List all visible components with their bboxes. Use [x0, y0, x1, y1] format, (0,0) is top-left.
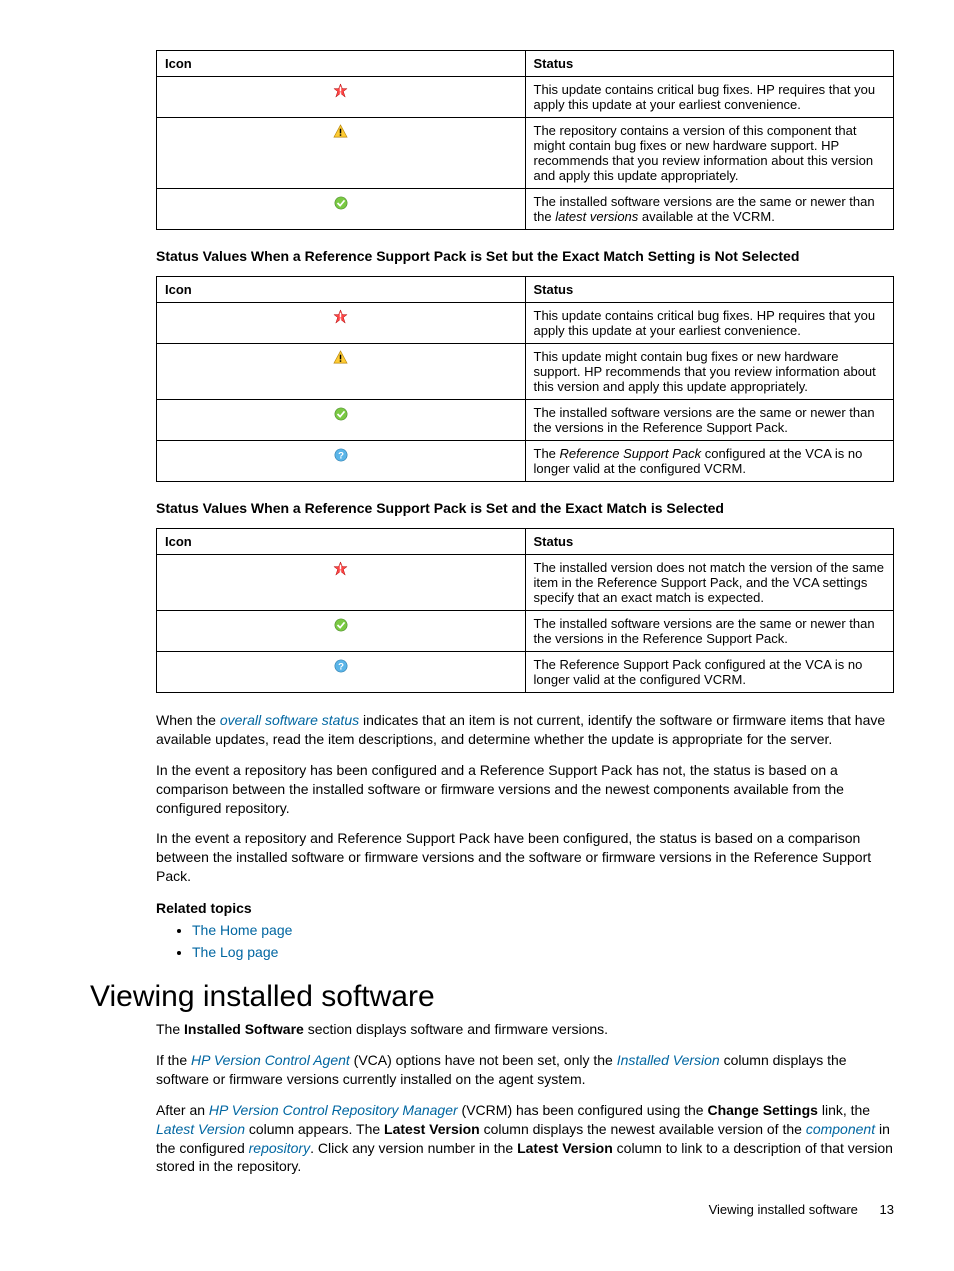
- footer-text: Viewing installed software: [709, 1202, 858, 1217]
- table-row: This update contains critical bug fixes.…: [157, 77, 894, 118]
- table-row: This update might contain bug fixes or n…: [157, 344, 894, 400]
- table3-caption: Status Values When a Reference Support P…: [156, 500, 894, 516]
- related-link-log[interactable]: The Log page: [192, 944, 278, 960]
- table-row: The installed software versions are the …: [157, 400, 894, 441]
- table-row: The repository contains a version of thi…: [157, 118, 894, 189]
- para-installed-intro: The Installed Software section displays …: [156, 1020, 894, 1039]
- ok-icon: [334, 407, 348, 421]
- table1-header-icon: Icon: [157, 51, 526, 77]
- status-table-3: Icon Status The installed version does n…: [156, 528, 894, 693]
- critical-icon: [333, 309, 348, 324]
- table-row: This update contains critical bug fixes.…: [157, 303, 894, 344]
- status-text: This update contains critical bug fixes.…: [525, 77, 894, 118]
- ok-icon: [334, 196, 348, 210]
- status-table-1: Icon Status This update contains critica…: [156, 50, 894, 230]
- page-footer: Viewing installed software 13: [156, 1202, 894, 1217]
- info-icon: [334, 448, 348, 462]
- table3-header-status: Status: [525, 529, 894, 555]
- table-row: The installed software versions are the …: [157, 189, 894, 230]
- ok-icon: [334, 618, 348, 632]
- section-heading: Viewing installed software: [90, 980, 894, 1014]
- table-row: The Reference Support Pack configured at…: [157, 441, 894, 482]
- status-table-2: Icon Status This update contains critica…: [156, 276, 894, 482]
- table-row: The Reference Support Pack configured at…: [157, 652, 894, 693]
- warning-icon: [333, 124, 348, 139]
- para-overall-status: When the overall software status indicat…: [156, 711, 894, 749]
- status-text: The Reference Support Pack configured at…: [525, 652, 894, 693]
- info-icon: [334, 659, 348, 673]
- table1-header-status: Status: [525, 51, 894, 77]
- list-item: The Home page: [192, 922, 894, 938]
- para-repo-no-rsp: In the event a repository has been confi…: [156, 761, 894, 818]
- status-text: This update contains critical bug fixes.…: [525, 303, 894, 344]
- table-row: The installed software versions are the …: [157, 611, 894, 652]
- related-topics-list: The Home page The Log page: [156, 922, 894, 960]
- para-vca-options: If the HP Version Control Agent (VCA) op…: [156, 1051, 894, 1089]
- para-repo-rsp: In the event a repository and Reference …: [156, 829, 894, 886]
- status-text: The installed version does not match the…: [525, 555, 894, 611]
- table2-header-icon: Icon: [157, 277, 526, 303]
- related-link-home[interactable]: The Home page: [192, 922, 292, 938]
- critical-icon: [333, 83, 348, 98]
- list-item: The Log page: [192, 944, 894, 960]
- warning-icon: [333, 350, 348, 365]
- status-text: The installed software versions are the …: [525, 400, 894, 441]
- status-text: The Reference Support Pack configured at…: [525, 441, 894, 482]
- critical-icon: [333, 561, 348, 576]
- status-text: This update might contain bug fixes or n…: [525, 344, 894, 400]
- table-row: The installed version does not match the…: [157, 555, 894, 611]
- status-text: The installed software versions are the …: [525, 611, 894, 652]
- status-text: The repository contains a version of thi…: [525, 118, 894, 189]
- related-topics-title: Related topics: [156, 900, 894, 916]
- para-vcrm-config: After an HP Version Control Repository M…: [156, 1101, 894, 1177]
- table2-caption: Status Values When a Reference Support P…: [156, 248, 894, 264]
- table2-header-status: Status: [525, 277, 894, 303]
- page-number: 13: [880, 1202, 894, 1217]
- table3-header-icon: Icon: [157, 529, 526, 555]
- status-text: The installed software versions are the …: [525, 189, 894, 230]
